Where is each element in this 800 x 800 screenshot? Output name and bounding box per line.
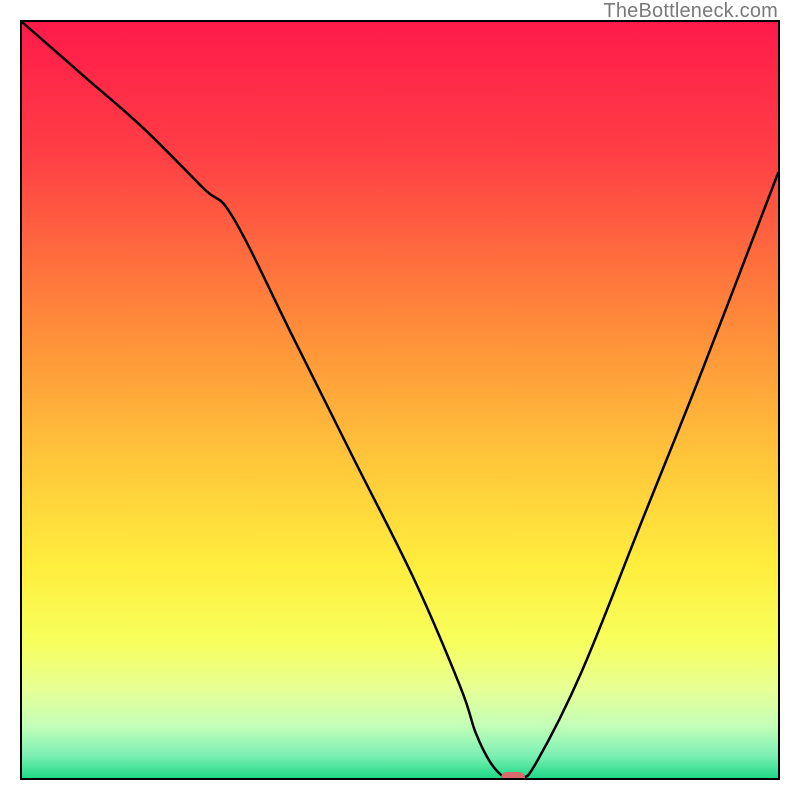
bottleneck-chart: TheBottleneck.com <box>0 0 800 800</box>
chart-curve <box>22 22 778 778</box>
plot-area <box>20 20 780 780</box>
optimal-point-marker <box>501 772 525 780</box>
